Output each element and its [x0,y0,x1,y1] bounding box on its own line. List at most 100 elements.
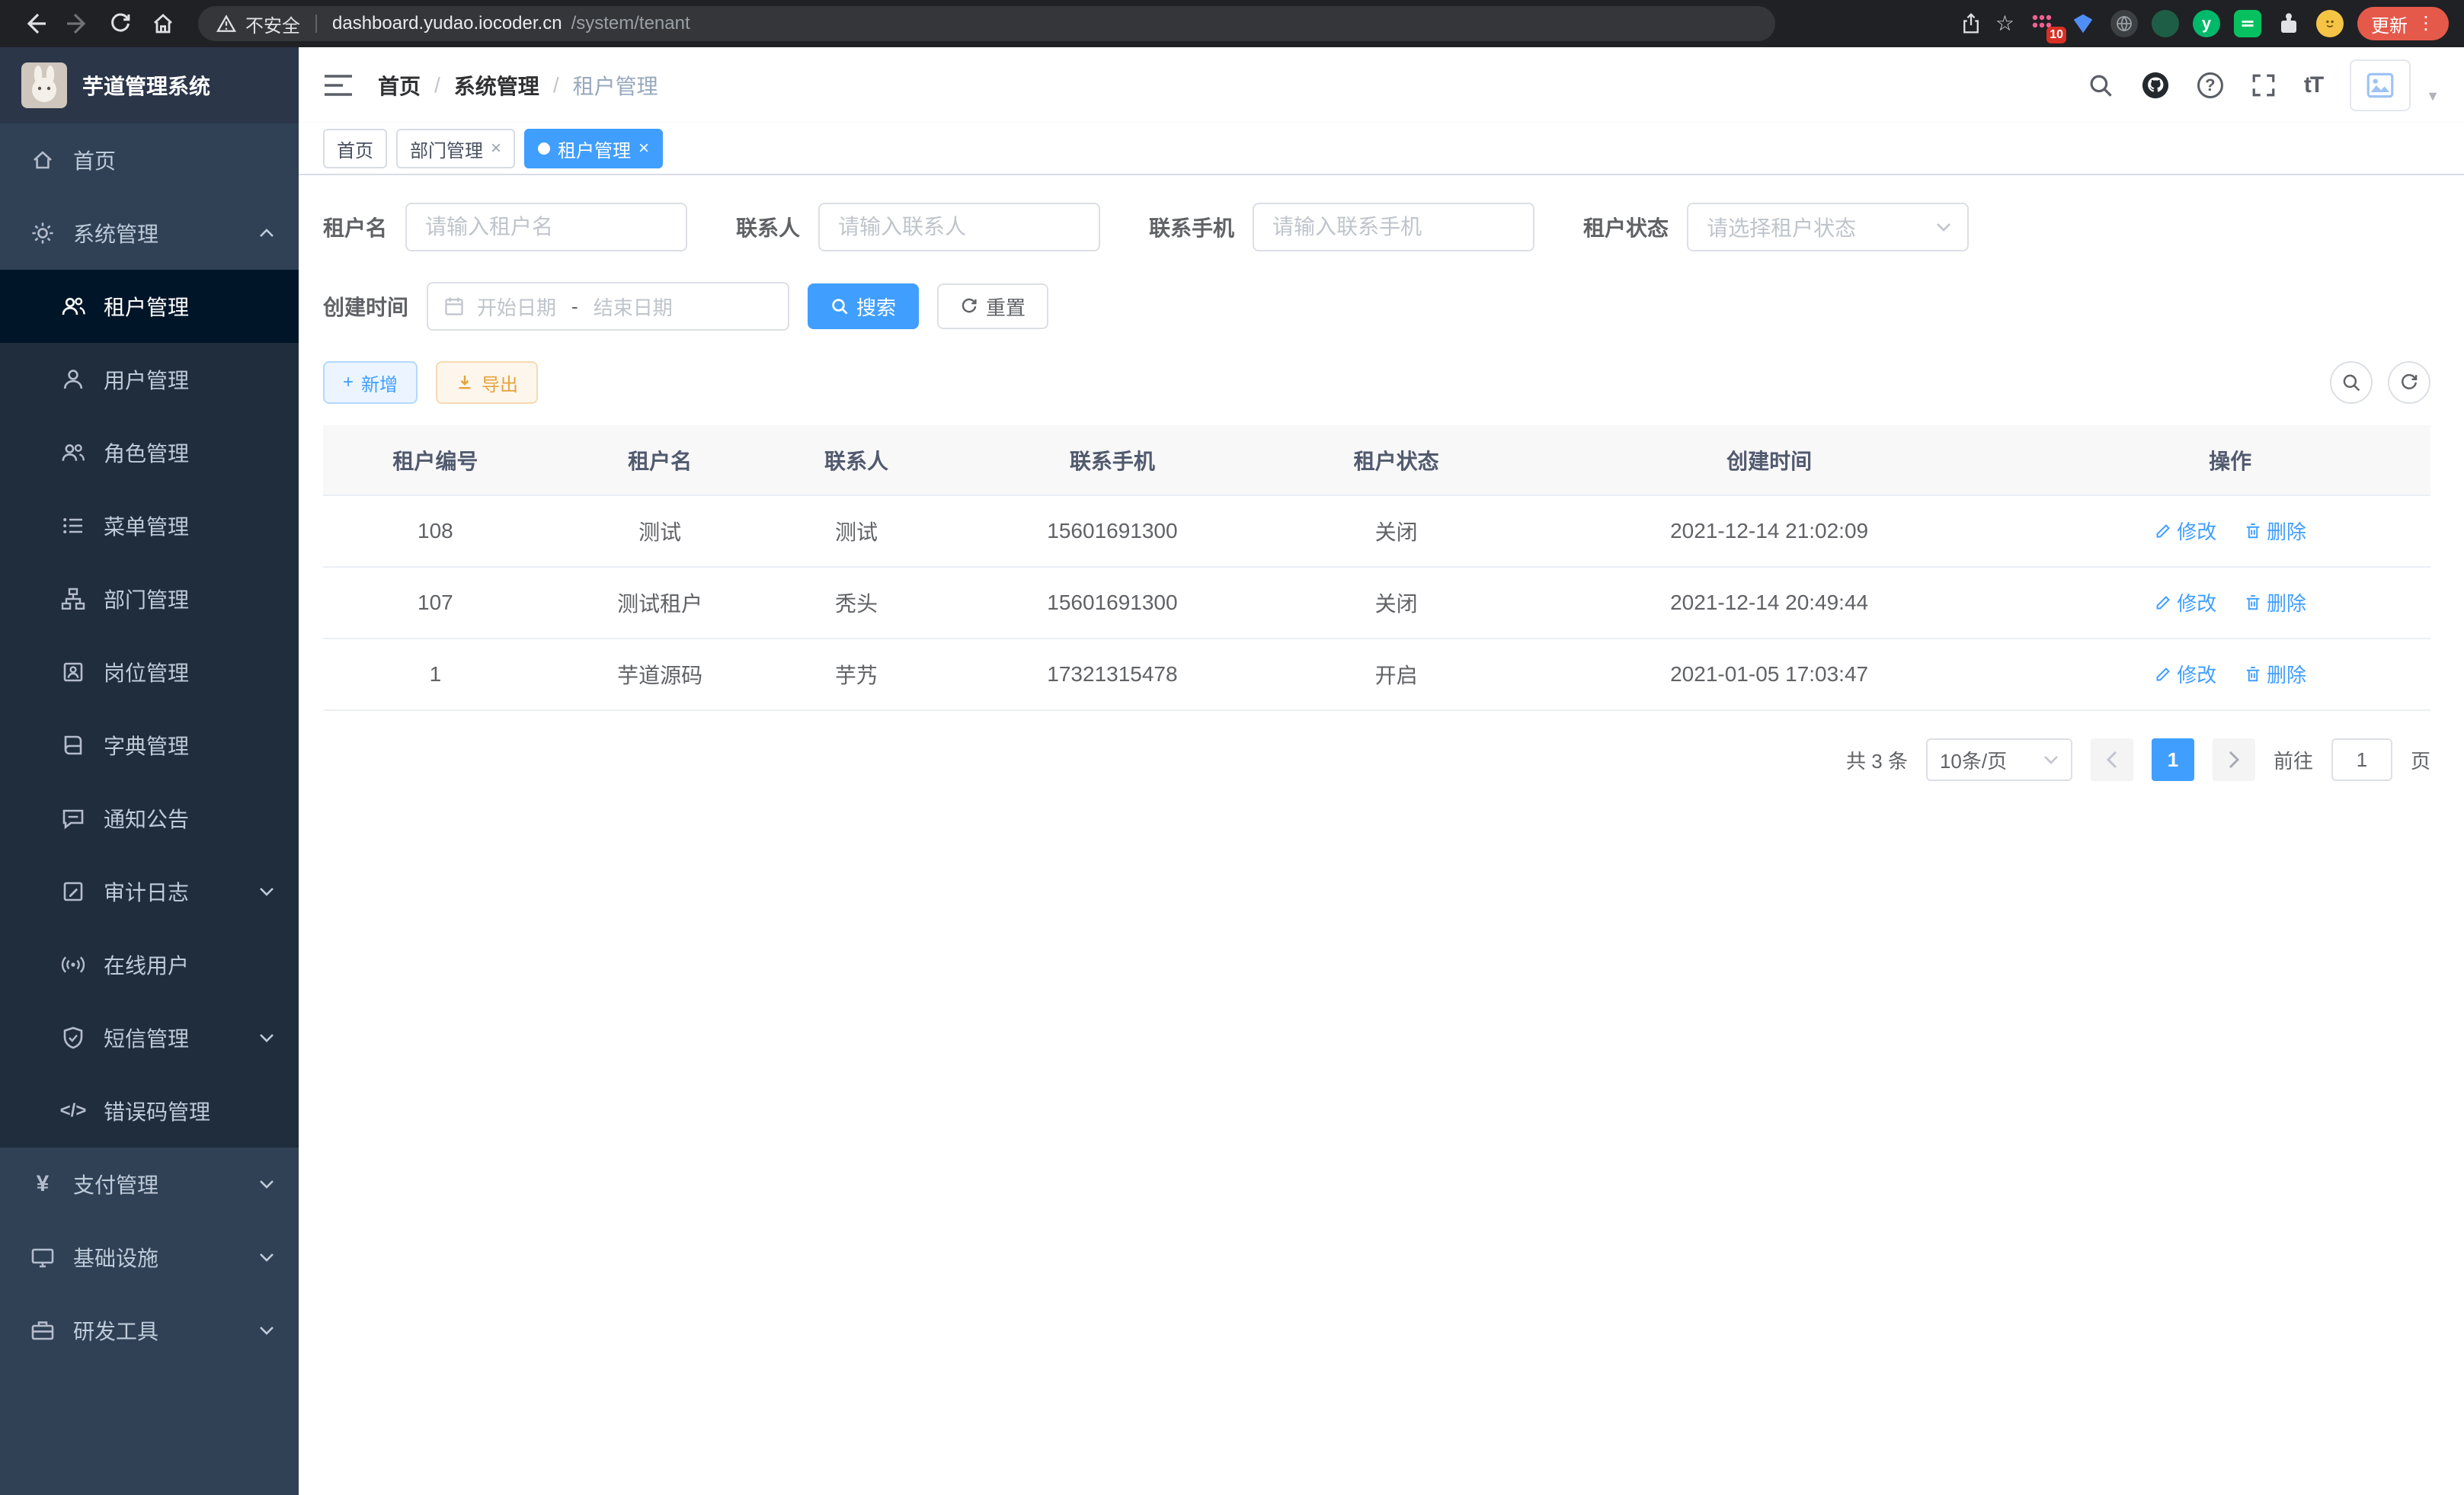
bookmark-star-icon[interactable]: ☆ [1995,13,2014,34]
add-button[interactable]: + 新增 [323,361,418,404]
sidebar-item-errcode[interactable]: </> 错误码管理 [0,1074,299,1148]
share-icon[interactable] [1960,12,1982,35]
refresh-table-button[interactable] [2388,361,2430,404]
status-text: 关闭 [1284,567,1509,639]
contact-input[interactable] [818,203,1100,251]
help-icon[interactable]: ? [2197,72,2223,98]
close-icon[interactable]: × [638,139,649,158]
table-row: 107 测试租户 秃头 15601691300 关闭 2021-12-14 20… [323,567,2430,639]
pencil-icon [2154,594,2172,612]
reload-icon[interactable] [101,4,140,43]
fullscreen-icon[interactable] [2251,72,2277,98]
chevron-up-icon [259,227,274,239]
sidebar-item-tenant[interactable]: 租户管理 [0,270,299,343]
delete-link[interactable]: 删除 [2244,517,2306,545]
page-number-button[interactable]: 1 [2152,738,2194,781]
phone-input[interactable] [1253,203,1534,251]
edit-link[interactable]: 修改 [2154,660,2216,688]
extension-globe-icon[interactable] [2110,10,2138,37]
sidebar-item-role[interactable]: 角色管理 [0,416,299,489]
goto-page-input[interactable] [2331,738,2392,781]
sidebar-item-sms[interactable]: 短信管理 [0,1001,299,1074]
sidebar-logo[interactable]: 芋道管理系统 [0,47,299,123]
logo-avatar [21,62,67,108]
page-unit-label: 页 [2411,746,2430,774]
url-path: /system/tenant [571,13,690,34]
date-range-picker[interactable]: 开始日期 - 结束日期 [427,282,789,331]
tab-home[interactable]: 首页 [323,129,387,168]
pagination: 共 3 条 10条/页 1 前往 页 [323,738,2430,781]
extension-wechat-icon[interactable] [2234,10,2261,37]
gear-icon [30,221,55,245]
tenant-table: 租户编号 租户名 联系人 联系手机 租户状态 创建时间 操作 108 测试 测试 [323,425,2430,711]
edit-link[interactable]: 修改 [2154,588,2216,616]
sidebar-item-post[interactable]: 岗位管理 [0,635,299,709]
breadcrumb-home[interactable]: 首页 [378,70,421,101]
edit-link[interactable]: 修改 [2154,517,2216,545]
sidebar-collapse-icon[interactable] [323,72,354,99]
toggle-search-button[interactable] [2330,361,2373,404]
page-content: 租户名 联系人 联系手机 租户状态 请选择租户状态 [299,175,2464,1495]
export-button[interactable]: 导出 [436,361,538,404]
home-nav-icon[interactable] [143,4,183,43]
address-bar[interactable]: 不安全 dashboard.yudao.iocoder.cn/system/te… [198,6,1775,41]
sidebar-item-notice[interactable]: 通知公告 [0,782,299,855]
extension-darkgreen-icon[interactable] [2152,10,2179,37]
refresh-icon [960,297,978,315]
github-icon[interactable] [2141,71,2170,100]
sidebar-item-dept[interactable]: 部门管理 [0,562,299,635]
extension-blue-icon[interactable] [2069,10,2097,37]
chevron-down-icon [259,1178,274,1190]
page-size-select[interactable]: 10条/页 [1926,738,2072,781]
extension-yuque-icon[interactable]: y [2193,10,2220,37]
puzzle-extensions-icon[interactable] [2275,10,2302,37]
total-count: 共 3 条 [1846,746,1908,774]
security-label: 不安全 [245,11,300,37]
system-submenu: 租户管理 用户管理 角色管理 菜单管理 部门管理 [0,270,299,1148]
tenant-name-input[interactable] [405,203,687,251]
sidebar-item-home[interactable]: 首页 [0,123,299,197]
user-avatar[interactable] [2350,59,2411,111]
col-contact: 联系人 [773,425,941,495]
status-text: 开启 [1284,639,1509,710]
avatar-caret-icon[interactable]: ▼ [2426,88,2440,104]
prev-page-button[interactable] [2091,738,2133,781]
delete-link[interactable]: 删除 [2244,588,2306,616]
back-icon[interactable] [15,4,55,43]
next-page-button[interactable] [2213,738,2255,781]
sidebar-item-infra[interactable]: 基础设施 [0,1221,299,1294]
yen-icon: ¥ [30,1172,55,1196]
chrome-update-button[interactable]: 更新 ⋮ [2357,7,2449,40]
breadcrumb-system[interactable]: 系统管理 [454,70,539,101]
tab-tenant[interactable]: 租户管理 × [524,129,663,168]
breadcrumb: 首页 / 系统管理 / 租户管理 [378,70,658,101]
browser-toolbar: 不安全 dashboard.yudao.iocoder.cn/system/te… [0,0,2464,47]
toolbox-icon [30,1318,55,1343]
trash-icon [2244,665,2262,683]
sidebar-item-menu[interactable]: 菜单管理 [0,489,299,562]
sms-shield-icon [61,1026,85,1050]
sidebar-item-online[interactable]: 在线用户 [0,928,299,1001]
sidebar-item-tool[interactable]: 研发工具 [0,1294,299,1367]
top-header: 首页 / 系统管理 / 租户管理 ? tT [299,47,2464,123]
font-size-icon[interactable]: tT [2304,72,2322,98]
code-icon: </> [61,1099,85,1123]
search-button[interactable]: 搜索 [808,283,919,329]
sidebar-item-audit[interactable]: 审计日志 [0,855,299,928]
col-tenant-name: 租户名 [548,425,773,495]
roles-icon [61,440,85,465]
home-icon [30,148,55,172]
sidebar-item-dict[interactable]: 字典管理 [0,709,299,782]
sidebar-item-user[interactable]: 用户管理 [0,343,299,416]
delete-link[interactable]: 删除 [2244,660,2306,688]
tab-dept[interactable]: 部门管理 × [396,129,515,168]
profile-avatar-icon[interactable] [2316,10,2344,37]
sidebar-item-system[interactable]: 系统管理 [0,197,299,270]
search-icon[interactable] [2088,72,2114,98]
sidebar-item-pay[interactable]: ¥ 支付管理 [0,1148,299,1221]
extension-dots-icon[interactable]: 10 [2028,10,2056,37]
status-select[interactable]: 请选择租户状态 [1687,203,1969,251]
reset-button[interactable]: 重置 [937,283,1048,329]
forward-icon[interactable] [58,4,98,43]
close-icon[interactable]: × [491,139,501,158]
